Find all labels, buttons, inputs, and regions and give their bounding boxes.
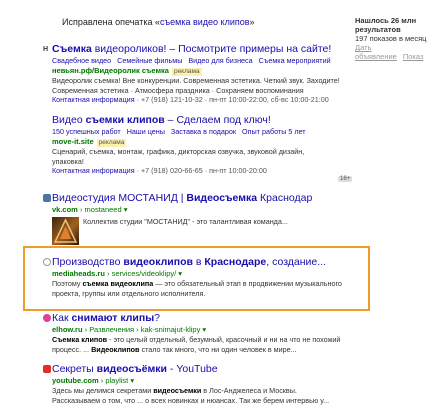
result-snippet: Коллектив студии "МОСТАНИД" - это талант… <box>83 217 288 227</box>
impressions-count: 197 показов в месяц <box>355 34 433 43</box>
organic-result-youtube: Секреты видеосъёмки - YouTube youtube.co… <box>52 363 352 405</box>
speech-bubble-icon <box>43 314 51 322</box>
site-favicon: Н <box>43 46 51 54</box>
contact-line: Контактная информация · +7 (918) 121-10-… <box>52 95 352 105</box>
youtube-icon <box>43 365 51 373</box>
organic-result-vk: Видеостудия МОСТАНИД | Видеосъемка Красн… <box>52 192 352 247</box>
result-url[interactable]: youtube.com › playlist ▾ <box>52 376 352 386</box>
typo-suffix: » <box>250 17 255 27</box>
ad-result-1: Н Съемка видеороликов! – Посмотрите прим… <box>52 43 352 105</box>
sitelink[interactable]: Наши цены <box>127 127 165 136</box>
ad-badge: реклама <box>97 139 127 147</box>
sitelink[interactable]: Видео для бизнеса <box>188 56 252 65</box>
result-title-link[interactable]: Секреты видеосъёмки - YouTube <box>52 363 352 376</box>
contact-info-link[interactable]: Контактная информация <box>52 95 135 104</box>
result-thumbnail[interactable] <box>52 217 79 245</box>
result-url[interactable]: vk.com › mostaneed ▾ <box>52 205 352 215</box>
result-title-link[interactable]: Съемка видеороликов! – Посмотрите пример… <box>52 43 352 56</box>
place-ad-link[interactable]: Дать объявление <box>355 43 397 61</box>
contact-details: · +7 (918) 020-66-65 · пн-пт 10:00-20:00 <box>135 166 267 175</box>
result-title-link[interactable]: Как снимают клипы? <box>52 312 352 325</box>
result-title-link[interactable]: Видео съемки клипов – Сделаем под ключ! <box>52 114 352 127</box>
organic-result-mediaheads: Производство видеоклипов в Краснодаре, с… <box>52 256 352 298</box>
age-badge-wrap: 16+ <box>338 167 352 185</box>
sitelinks: 150 успешных работ Наши цены Заставка в … <box>52 127 352 137</box>
organic-result-elhow: Как снимают клипы? elhow.ru › Развлечени… <box>52 312 352 354</box>
result-snippet: Поэтому съемка видеоклипа — это обязател… <box>52 279 352 289</box>
sitelink[interactable]: Опыт работы 5 лет <box>242 127 306 136</box>
sitelinks: Свадебное видео Семейные фильмы Видео дл… <box>52 56 352 66</box>
logo-icon <box>52 217 79 245</box>
result-snippet: упаковка! <box>52 157 352 167</box>
sidebar-stats: Нашлось 26 млн результатов 197 показов в… <box>355 16 433 61</box>
result-title-link[interactable]: Видеостудия МОСТАНИД | Видеосъемка Красн… <box>52 192 352 205</box>
result-url[interactable]: невьян.рф/Видеоролик съемкареклама <box>52 66 352 76</box>
sitelink[interactable]: Заставка в подарок <box>171 127 236 136</box>
typo-prefix: Исправлена опечатка « <box>62 17 160 27</box>
vk-icon <box>43 194 51 202</box>
result-snippet: Сценарий, съемка, монтаж, графика, дикто… <box>52 147 352 157</box>
show-link[interactable]: Показ <box>403 52 424 61</box>
result-snippet: Рассказываем о том, что ... о всех новин… <box>52 396 352 405</box>
result-snippet: Видеоролик съемка! Вне конкуренции. Совр… <box>52 76 352 86</box>
result-url[interactable]: elhow.ru › Развлечения › kak-snimajut-kl… <box>52 325 352 335</box>
result-title-link[interactable]: Производство видеоклипов в Краснодаре, с… <box>52 256 352 269</box>
ad-badge: реклама <box>172 68 202 76</box>
contact-details: · +7 (918) 121-10-32 · пн-пт 10:00-22:00… <box>135 95 329 104</box>
results-count: Нашлось 26 млн результатов <box>355 16 433 34</box>
sitelink[interactable]: 150 успешных работ <box>52 127 121 136</box>
result-snippet: проекта, группы или отдельного исполните… <box>52 289 352 299</box>
typo-query-link[interactable]: съемка видео клипов <box>160 17 250 27</box>
result-snippet: Здесь мы делимся секретами видеосъемки в… <box>52 386 352 396</box>
result-url[interactable]: mediaheads.ru › services/videoklipy/ ▾ <box>52 269 352 279</box>
ad-result-2: Видео съемки клипов – Сделаем под ключ! … <box>52 114 352 176</box>
result-snippet: процесс. ... Видеоклипов стало так много… <box>52 345 352 355</box>
result-snippet: Съемка клипов - это целый отдельный, без… <box>52 335 352 345</box>
sitelink[interactable]: Семейные фильмы <box>117 56 182 65</box>
contact-line: Контактная информация · +7 (918) 020-66-… <box>52 166 352 176</box>
globe-icon <box>43 258 51 266</box>
sitelink[interactable]: Съемка мероприятий <box>259 56 331 65</box>
sitelink[interactable]: Свадебное видео <box>52 56 111 65</box>
typo-notice: Исправлена опечатка «съемка видео клипов… <box>62 17 255 27</box>
result-url[interactable]: move-it.siteреклама <box>52 137 352 147</box>
result-snippet: Современная эстетика · Атмосфера праздни… <box>52 86 352 96</box>
contact-info-link[interactable]: Контактная информация <box>52 166 135 175</box>
age-badge: 16+ <box>338 176 352 182</box>
